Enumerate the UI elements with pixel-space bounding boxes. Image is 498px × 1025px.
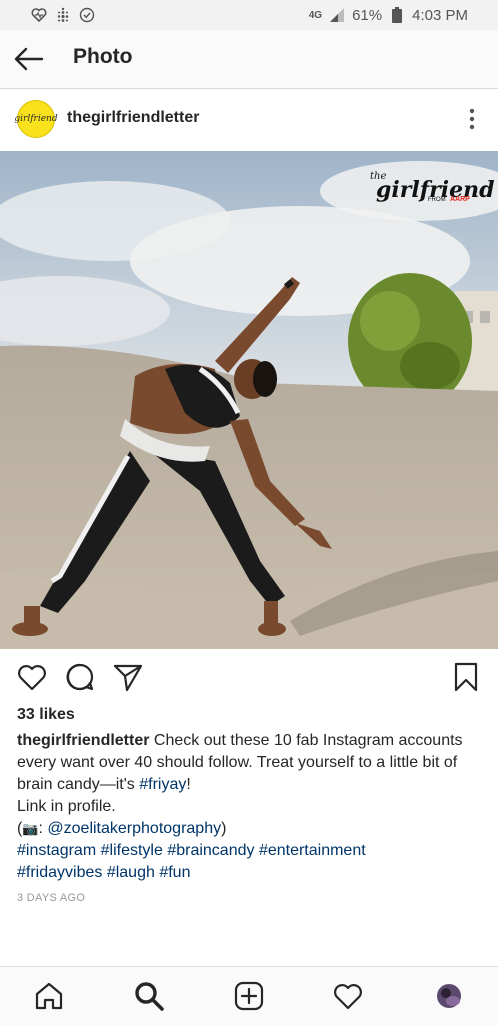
status-right-icons: 4G 61% 4:03 PM <box>309 6 468 24</box>
hashtag-link[interactable]: #laugh <box>107 864 155 881</box>
send-icon[interactable] <box>112 661 144 693</box>
post-header: girlfriend thegirlfriendletter <box>0 89 498 151</box>
avatar-logo-text: girlfriend <box>14 114 58 124</box>
hashtag-link[interactable]: #instagram <box>17 842 96 859</box>
check-circle-icon <box>78 6 96 24</box>
post-actions <box>0 649 498 705</box>
bottom-nav <box>0 966 498 1025</box>
post-username[interactable]: thegirlfriendletter <box>67 109 199 127</box>
hashtag-line: #instagram #lifestyle #braincandy #enter… <box>17 840 483 862</box>
likes-count[interactable]: 33 likes <box>17 706 75 724</box>
post-image[interactable]: the girlfriend FROM AARP <box>0 151 498 649</box>
logo-aarp: AARP <box>450 196 470 203</box>
back-arrow-icon[interactable] <box>12 44 44 74</box>
add-post-icon[interactable] <box>233 980 265 1012</box>
more-vertical-icon[interactable] <box>468 107 476 131</box>
credit-suffix: ) <box>221 820 227 837</box>
clock: 4:03 PM <box>412 6 468 24</box>
activity-heart-icon[interactable] <box>332 980 364 1012</box>
bookmark-icon[interactable] <box>450 661 482 693</box>
hashtag-link[interactable]: #fridayvibes <box>17 864 102 881</box>
avatar[interactable]: girlfriend <box>14 100 58 138</box>
signal-icon <box>328 6 346 24</box>
comment-icon[interactable] <box>64 661 96 693</box>
heart-icon[interactable] <box>16 661 48 693</box>
post-date: 3 DAYS AGO <box>17 892 86 904</box>
app-bar: Photo <box>0 30 498 89</box>
photo-illustration: the girlfriend FROM AARP <box>0 151 498 649</box>
status-left-icons <box>30 6 96 24</box>
page-title: Photo <box>73 45 133 68</box>
fitbit-icon <box>54 6 72 24</box>
status-bar: 4G 61% 4:03 PM <box>0 0 498 30</box>
caption-line: thegirlfriendletter Check out these 10 f… <box>17 730 483 796</box>
hashtag-line: #fridayvibes #laugh #fun <box>17 862 483 884</box>
hashtag-link[interactable]: #entertainment <box>259 842 366 859</box>
battery-percent: 61% <box>352 6 383 24</box>
caption-credit-line: (📷: @zoelitakerphotography) <box>17 818 483 840</box>
hashtag-link[interactable]: #friyay <box>139 776 186 793</box>
hashtag-link[interactable]: #lifestyle <box>101 842 163 859</box>
home-icon[interactable] <box>33 980 65 1012</box>
camera-emoji: 📷 <box>22 821 39 836</box>
search-icon[interactable] <box>133 980 165 1012</box>
post-caption: thegirlfriendletter Check out these 10 f… <box>17 730 483 884</box>
mention-link[interactable]: @zoelitakerphotography <box>47 820 221 837</box>
heart-rate-icon <box>30 6 48 24</box>
caption-exclaim: ! <box>186 776 191 793</box>
hashtag-link[interactable]: #braincandy <box>167 842 254 859</box>
profile-avatar[interactable] <box>433 980 465 1012</box>
logo-from: FROM <box>428 197 446 203</box>
caption-username[interactable]: thegirlfriendletter <box>17 732 149 749</box>
hashtag-link[interactable]: #fun <box>159 864 190 881</box>
network-type: 4G <box>308 9 323 21</box>
caption-link-line: Link in profile. <box>17 798 116 815</box>
battery-icon <box>388 6 406 24</box>
